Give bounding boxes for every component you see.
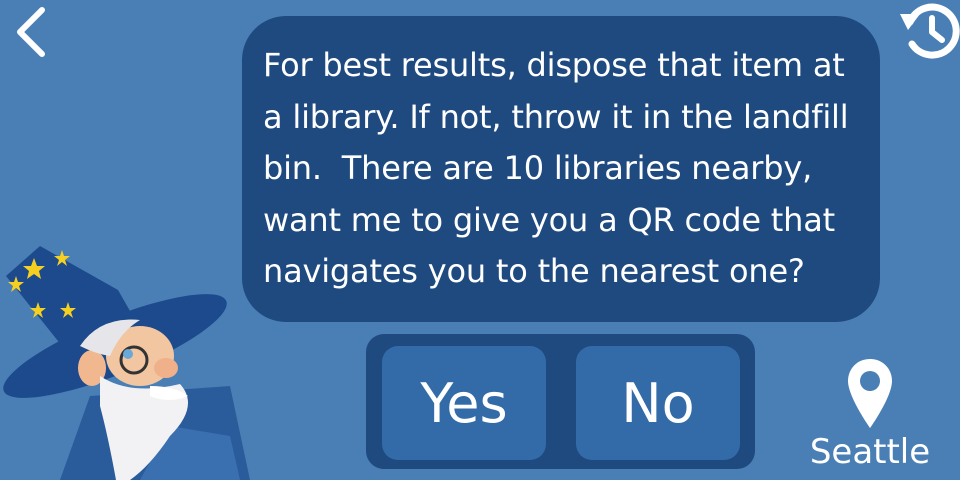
history-button[interactable] (898, 0, 960, 62)
history-icon (900, 3, 960, 59)
wizard-avatar (3, 246, 250, 480)
location-pin-icon (848, 359, 892, 428)
yes-button[interactable]: Yes (382, 346, 546, 460)
chevron-left-icon (17, 7, 45, 57)
speech-bubble: For best results, dispose that item at a… (242, 16, 880, 322)
choice-panel: Yes No (366, 334, 755, 469)
location-selector[interactable]: Seattle (800, 356, 940, 476)
assistant-message: For best results, dispose that item at a… (263, 46, 849, 290)
back-button[interactable] (8, 6, 52, 58)
no-button[interactable]: No (576, 346, 740, 460)
location-city-label: Seattle (809, 432, 931, 472)
